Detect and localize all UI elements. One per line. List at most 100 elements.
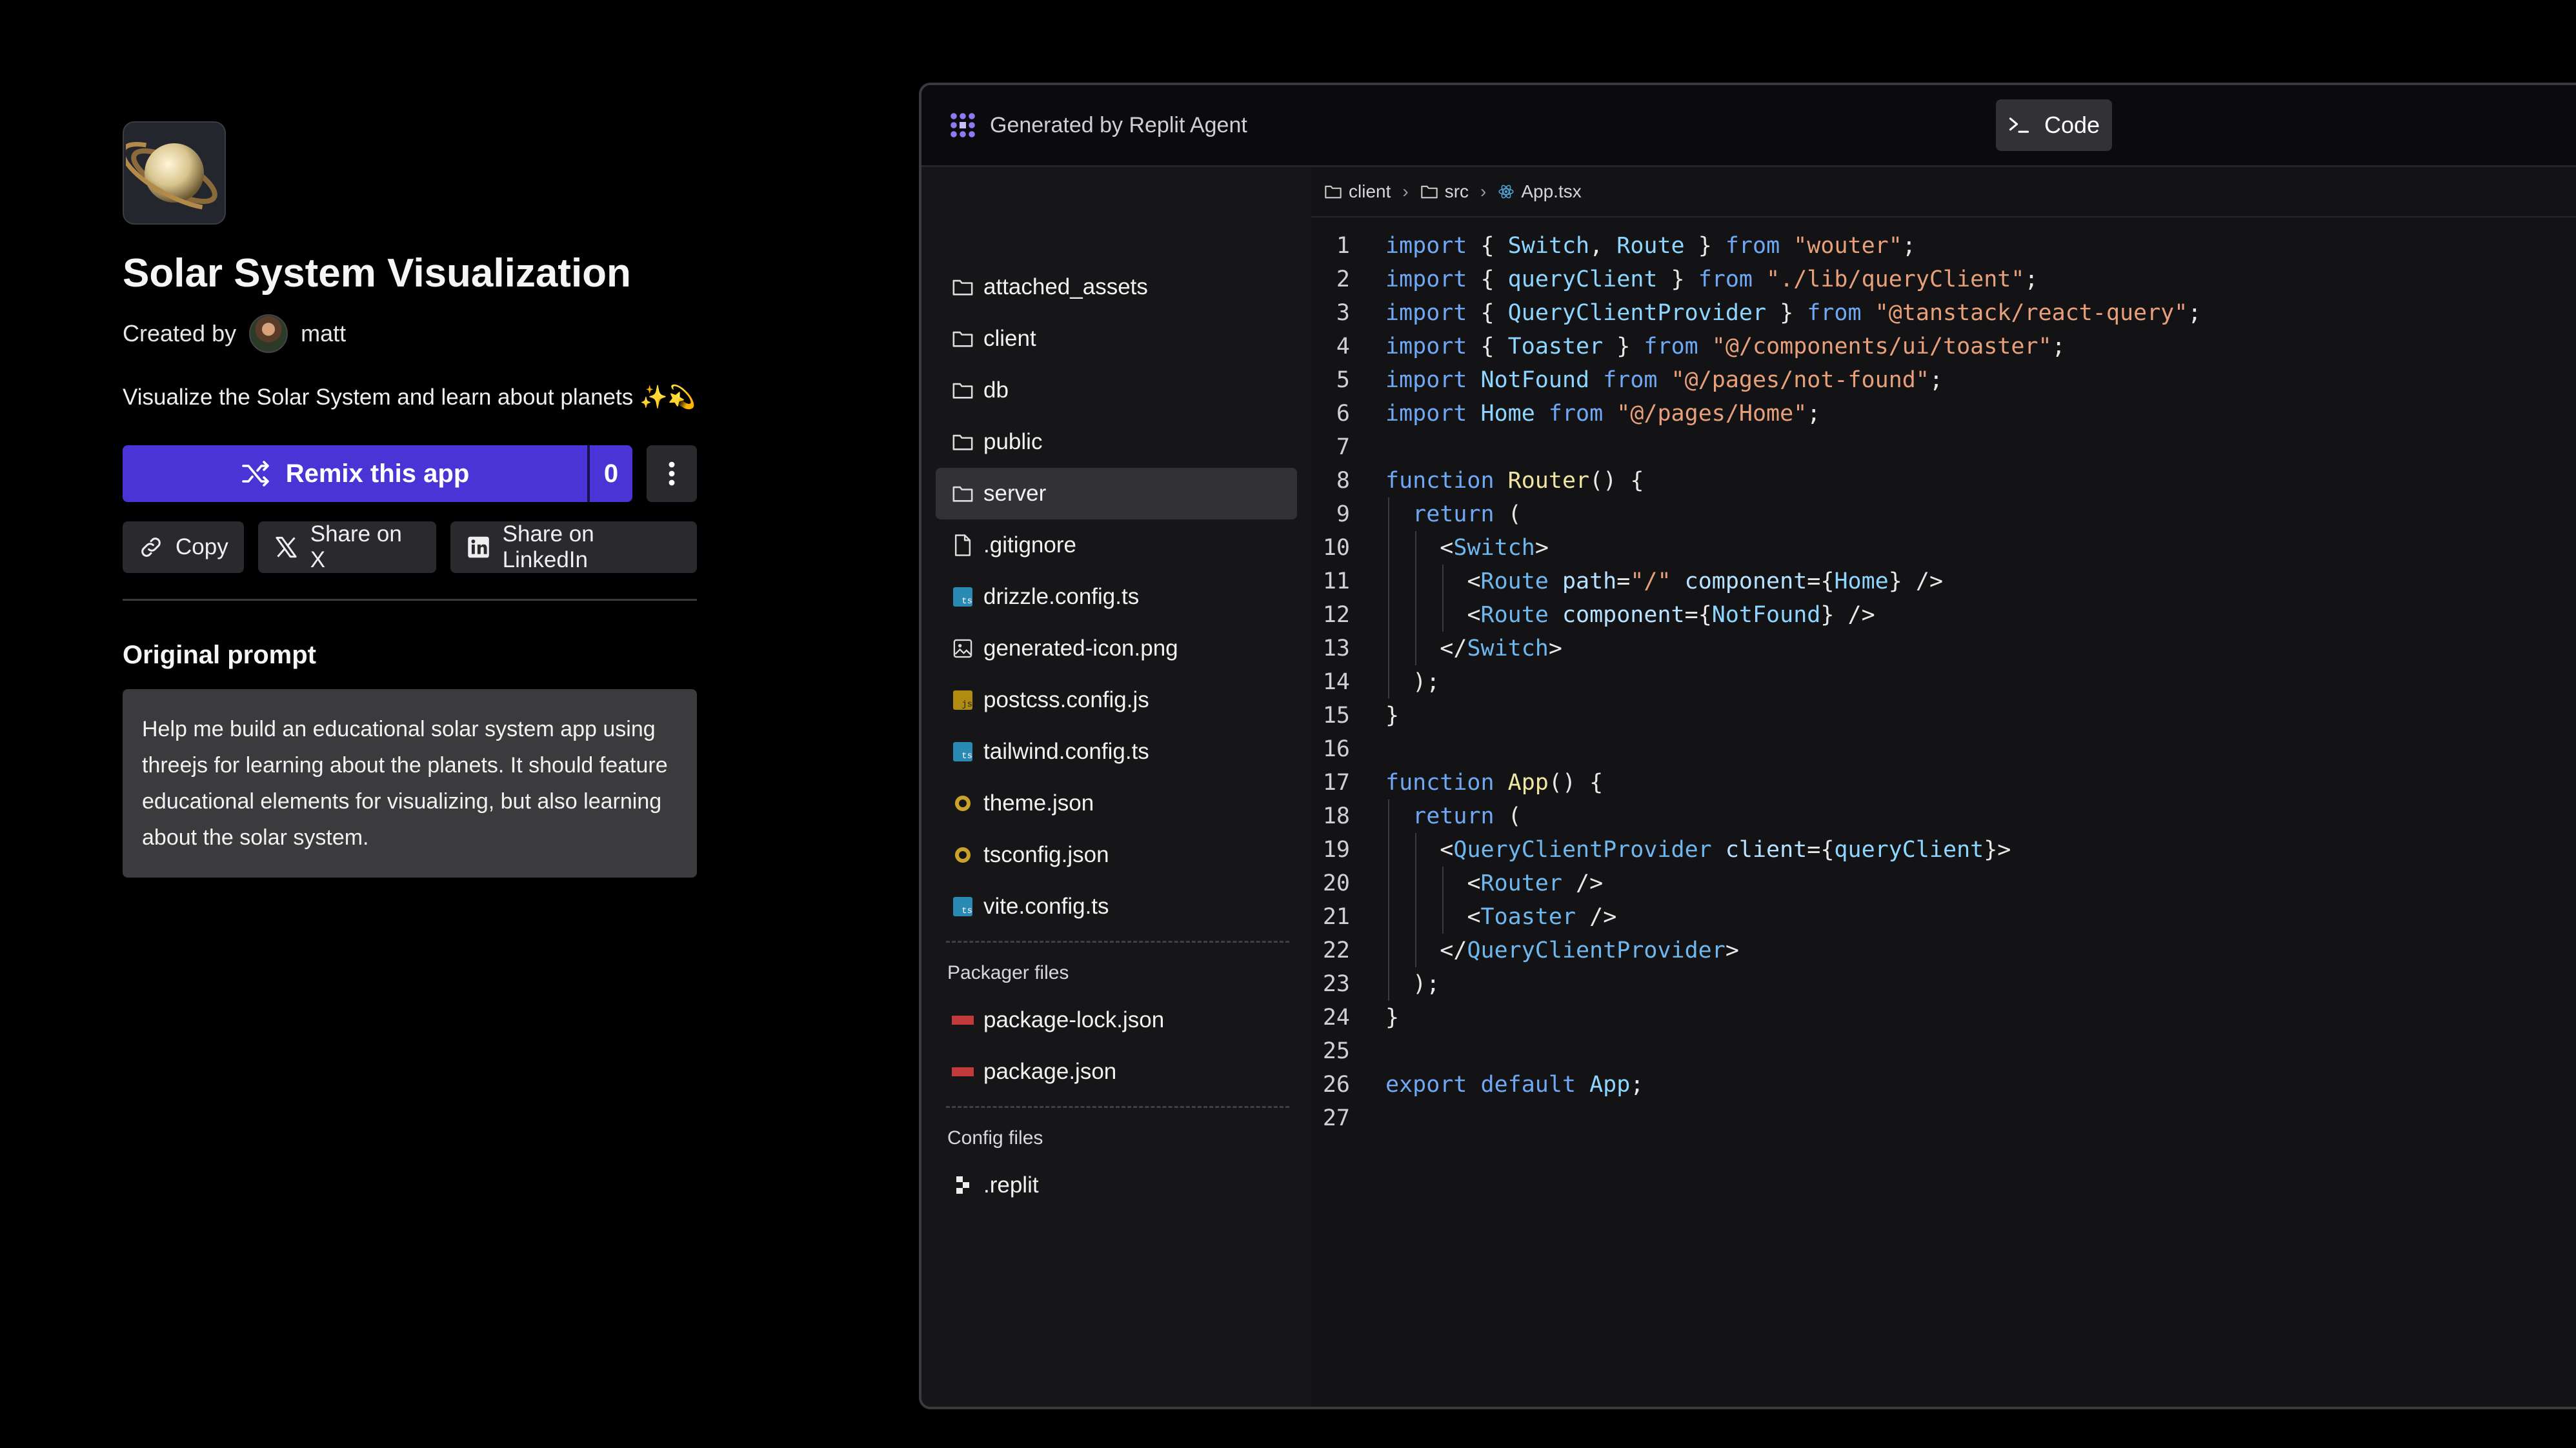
javascript-icon: js bbox=[951, 689, 974, 712]
line-number: 9 bbox=[1336, 501, 1350, 527]
file-tree-item[interactable]: theme.json bbox=[936, 778, 1297, 829]
line-number: 11 bbox=[1322, 568, 1350, 594]
folder-icon bbox=[951, 379, 974, 402]
share-linkedin-button[interactable]: Share on LinkedIn bbox=[450, 521, 697, 573]
replit-icon bbox=[951, 1174, 974, 1197]
line-number: 13 bbox=[1322, 636, 1350, 661]
code-line: 19 <QueryClientProvider client={queryCli… bbox=[1311, 833, 2011, 867]
file-name: .gitignore bbox=[983, 532, 1076, 558]
file-tree-item[interactable]: ts drizzle.config.ts bbox=[936, 571, 1297, 623]
code-line: 20 <Router /> bbox=[1311, 867, 1603, 900]
folder-icon bbox=[951, 482, 974, 505]
file-tree-item[interactable]: db bbox=[936, 365, 1297, 416]
code-line: 23 ); bbox=[1311, 967, 1440, 1001]
file-tree-item[interactable]: .gitignore bbox=[936, 519, 1297, 571]
file-tree-item[interactable]: ts tailwind.config.ts bbox=[936, 726, 1297, 778]
file-name: public bbox=[983, 429, 1043, 454]
code-line: 17 function App() { bbox=[1311, 766, 1603, 799]
copy-link-button[interactable]: Copy bbox=[123, 521, 244, 573]
code-editor: client › src › App.tsx 1 import {Switch… bbox=[1311, 167, 2576, 1407]
indent-guide bbox=[1388, 498, 1389, 699]
separator bbox=[946, 941, 1289, 943]
code-line: 16 bbox=[1311, 732, 1350, 766]
file-name: .replit bbox=[983, 1172, 1039, 1198]
code-text: ); bbox=[1413, 971, 1440, 997]
chevron-right-icon: › bbox=[1402, 181, 1409, 201]
brand-label: Generated by Replit Agent bbox=[990, 112, 1247, 137]
line-number: 1 bbox=[1336, 233, 1350, 259]
file-icon bbox=[951, 534, 974, 557]
folder-icon bbox=[1325, 185, 1342, 199]
breadcrumb: client › src › App.tsx bbox=[1311, 167, 2576, 217]
code-line: 7 bbox=[1311, 430, 1350, 464]
file-tree-item[interactable]: package.json bbox=[936, 1046, 1297, 1098]
file-tree-item[interactable]: js postcss.config.js bbox=[936, 674, 1297, 726]
file-tree-item[interactable]: tsconfig.json bbox=[936, 829, 1297, 881]
shuffle-icon bbox=[241, 461, 269, 487]
npm-icon bbox=[951, 1060, 974, 1083]
line-number: 2 bbox=[1336, 266, 1350, 292]
code-text: <Router /> bbox=[1467, 870, 1604, 896]
typescript-icon: ts bbox=[951, 895, 974, 918]
author-name[interactable]: matt bbox=[301, 320, 346, 347]
file-name: package.json bbox=[983, 1059, 1117, 1084]
breadcrumb-item[interactable]: src bbox=[1420, 181, 1469, 202]
file-name: attached_assets bbox=[983, 274, 1148, 299]
indent-guide bbox=[1442, 565, 1444, 632]
file-tree-item[interactable]: client bbox=[936, 313, 1297, 365]
file-tree-item[interactable]: generated-icon.png bbox=[936, 623, 1297, 674]
line-number: 19 bbox=[1322, 837, 1350, 863]
terminal-icon bbox=[2009, 117, 2029, 133]
npm-icon bbox=[951, 1009, 974, 1032]
breadcrumb-label: client bbox=[1349, 181, 1391, 201]
line-number: 14 bbox=[1322, 669, 1350, 695]
file-tree-item-selected[interactable]: server bbox=[936, 468, 1297, 519]
share-row: Copy Share on X Share on LinkedIn bbox=[123, 521, 697, 573]
created-by-label: Created by bbox=[123, 320, 237, 347]
code-text: <Switch> bbox=[1440, 535, 1549, 561]
code-line: 27 bbox=[1311, 1101, 1350, 1135]
code-line: 14 ); bbox=[1311, 665, 1440, 699]
code-text: <Toaster /> bbox=[1467, 904, 1617, 930]
code-line: 11 <Route path="/" component={Home} /> bbox=[1311, 565, 1943, 598]
code-line: 26 export default App; bbox=[1311, 1068, 1644, 1101]
breadcrumb-item[interactable]: client bbox=[1324, 181, 1391, 202]
divider bbox=[123, 599, 697, 601]
code-line: 22 </QueryClientProvider> bbox=[1311, 934, 1739, 967]
breadcrumb-item[interactable]: App.tsx bbox=[1498, 181, 1582, 202]
code-text: </QueryClientProvider> bbox=[1440, 938, 1739, 963]
image-icon bbox=[951, 637, 974, 660]
line-number: 21 bbox=[1322, 904, 1350, 930]
code-text: import NotFound from "@/pages/not-found"… bbox=[1385, 367, 1943, 393]
copy-label: Copy bbox=[176, 534, 228, 559]
more-options-button[interactable] bbox=[647, 445, 697, 502]
remix-button[interactable]: Remix this app bbox=[123, 445, 587, 502]
avatar[interactable] bbox=[249, 314, 288, 353]
share-x-button[interactable]: Share on X bbox=[257, 521, 436, 573]
file-tree-item[interactable]: ts vite.config.ts bbox=[936, 881, 1297, 932]
saturn-icon bbox=[126, 142, 217, 210]
code-text: function Router() { bbox=[1385, 468, 1644, 494]
code-text: import { queryClient } from "./lib/query… bbox=[1385, 266, 2038, 292]
file-tree-item[interactable]: package-lock.json bbox=[936, 994, 1297, 1046]
prompt-text: Help me build an educational solar syste… bbox=[123, 689, 697, 878]
code-button[interactable]: Code bbox=[1996, 99, 2112, 151]
file-tree-item[interactable]: attached_assets bbox=[936, 261, 1297, 313]
line-number: 4 bbox=[1336, 334, 1350, 359]
file-name: vite.config.ts bbox=[983, 894, 1109, 919]
code-text: export default App; bbox=[1385, 1072, 1644, 1098]
file-name: theme.json bbox=[983, 790, 1094, 816]
typescript-icon: ts bbox=[951, 585, 974, 608]
code-text: <Route component={NotFound} /> bbox=[1467, 602, 1875, 628]
indent-guide bbox=[1388, 799, 1389, 1001]
prompt-heading: Original prompt bbox=[123, 641, 316, 669]
file-tree-item[interactable]: public bbox=[936, 416, 1297, 468]
file-tree-item[interactable]: .replit bbox=[936, 1160, 1297, 1211]
app-title: Solar System Visualization bbox=[123, 251, 631, 296]
remix-count[interactable]: 0 bbox=[587, 445, 632, 502]
code-line: 4 import { Toaster } from "@/components/u… bbox=[1311, 330, 2066, 363]
line-number: 8 bbox=[1336, 468, 1350, 494]
line-number: 7 bbox=[1336, 434, 1350, 460]
linkedin-icon bbox=[467, 536, 489, 558]
x-logo-icon bbox=[276, 536, 297, 558]
